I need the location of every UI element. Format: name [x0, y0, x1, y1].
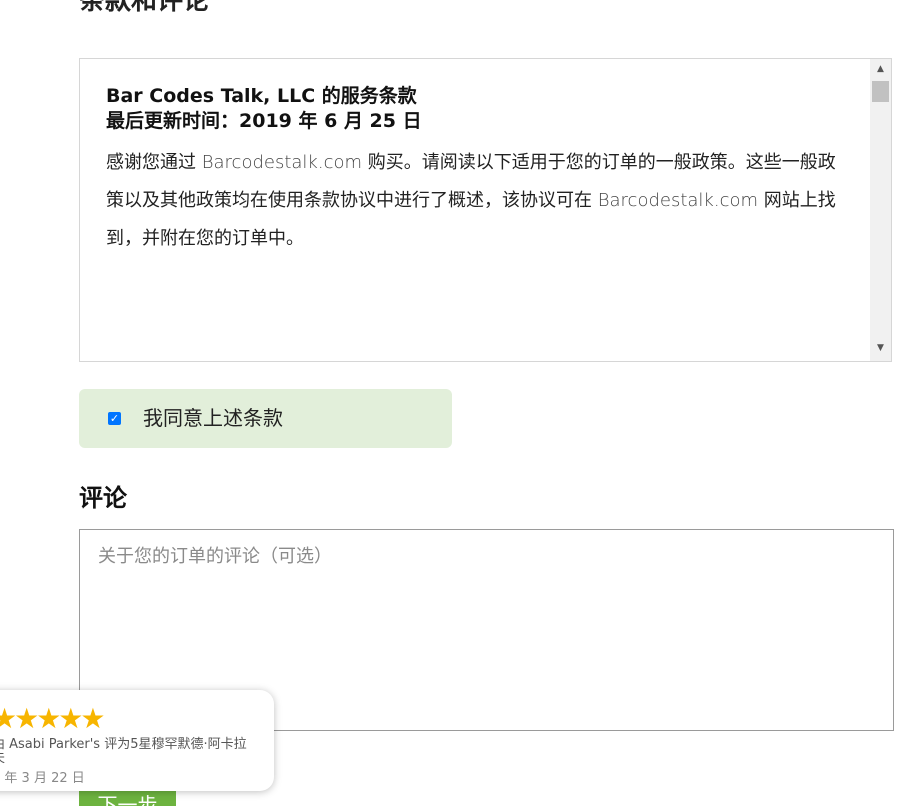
terms-content: Bar Codes Talk, LLC 的服务条款 最后更新时间：2019 年 …: [106, 84, 851, 258]
terms-scrollbar[interactable]: ▲ ▼: [870, 59, 891, 361]
terms-heading-title: Bar Codes Talk, LLC 的服务条款: [106, 85, 417, 107]
terms-site-link-2: Barcodestalk.com: [597, 190, 759, 211]
review-text: 由 Asabi Parker's 评为5星穆罕默德·阿卡拉夫: [0, 737, 247, 766]
agree-terms-panel: ✓ 我同意上述条款: [79, 389, 452, 448]
review-badge[interactable]: ★★★★★ 由 Asabi Parker's 评为5星穆罕默德·阿卡拉夫 2 年…: [0, 690, 274, 791]
rating-stars-icon: ★★★★★: [0, 702, 106, 735]
agree-terms-label[interactable]: 我同意上述条款: [143, 404, 283, 432]
scroll-down-arrow-icon[interactable]: ▼: [870, 340, 891, 357]
terms-site-link: Barcodestalk.com: [201, 152, 363, 173]
terms-body-part1: 感谢您通过: [106, 152, 202, 173]
review-date: 2 年 3 月 22 日: [0, 771, 85, 786]
terms-heading-updated: 最后更新时间：2019 年 6 月 25 日: [106, 110, 422, 132]
comments-title: 评论: [79, 484, 127, 512]
terms-scroll-box[interactable]: Bar Codes Talk, LLC 的服务条款 最后更新时间：2019 年 …: [79, 58, 892, 362]
scroll-up-arrow-icon[interactable]: ▲: [870, 61, 891, 78]
checkout-page: 条款和评论 Bar Codes Talk, LLC 的服务条款 最后更新时间：2…: [0, 0, 898, 806]
section-title: 条款和评论: [79, 0, 210, 16]
agree-terms-checkbox[interactable]: ✓: [108, 412, 121, 425]
terms-heading: Bar Codes Talk, LLC 的服务条款 最后更新时间：2019 年 …: [106, 84, 851, 134]
scroll-thumb[interactable]: [872, 81, 889, 102]
terms-body: 感谢您通过 Barcodestalk.com 购买。请阅读以下适用于您的订单的一…: [106, 144, 851, 258]
